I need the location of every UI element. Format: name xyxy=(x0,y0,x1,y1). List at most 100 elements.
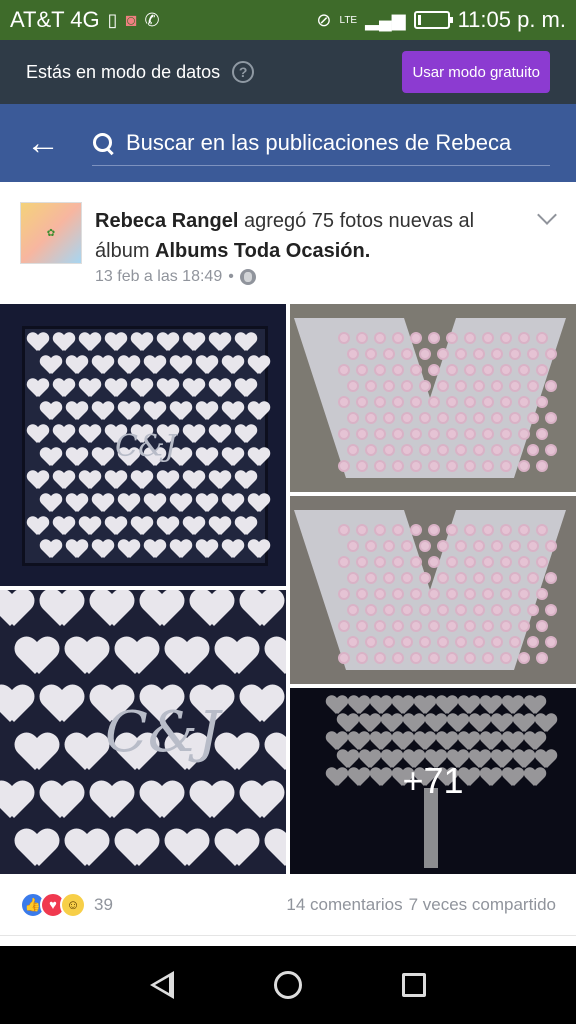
flower-decoration xyxy=(340,398,348,406)
flower-decoration xyxy=(430,590,438,598)
back-arrow-icon[interactable]: ← xyxy=(26,126,66,160)
search-input[interactable] xyxy=(126,129,546,156)
flower-decoration xyxy=(430,654,438,662)
post-header: ✿ Rebeca Rangel agregó 75 fotos nuevas a… xyxy=(0,182,576,304)
flower-decoration xyxy=(421,574,429,582)
flower-decoration xyxy=(430,398,438,406)
chevron-down-icon[interactable] xyxy=(537,205,557,225)
flower-decoration xyxy=(376,558,384,566)
flower-decoration xyxy=(349,350,357,358)
heart-decoration xyxy=(235,471,257,491)
help-icon[interactable]: ? xyxy=(232,61,255,83)
flower-decoration xyxy=(376,430,384,438)
heart-decoration xyxy=(65,830,109,870)
heart-decoration xyxy=(235,425,257,445)
search-icon xyxy=(92,132,114,154)
wow-icon[interactable]: ☺ xyxy=(60,891,86,918)
flower-decoration xyxy=(538,366,546,374)
flower-decoration xyxy=(484,334,492,342)
flower-decoration xyxy=(484,398,492,406)
flower-decoration xyxy=(457,382,465,390)
heart-decoration xyxy=(40,356,62,376)
flower-decoration xyxy=(394,430,402,438)
heart-decoration xyxy=(209,471,231,491)
flower-decoration xyxy=(520,462,528,470)
flower-decoration xyxy=(466,398,474,406)
flower-decoration xyxy=(430,622,438,630)
photo-heart-frame[interactable]: C&J xyxy=(0,304,286,586)
flower-decoration xyxy=(358,398,366,406)
flower-decoration xyxy=(403,446,411,454)
heart-decoration xyxy=(157,471,179,491)
flower-decoration xyxy=(439,606,447,614)
heart-decoration xyxy=(90,782,134,822)
heart-decoration xyxy=(105,333,127,353)
more-photos-overlay[interactable]: +71 xyxy=(290,688,576,874)
flower-decoration xyxy=(520,590,528,598)
flower-decoration xyxy=(520,622,528,630)
search-header: ← xyxy=(0,104,576,182)
shares-count[interactable]: 7 veces compartido xyxy=(409,895,556,915)
flower-decoration xyxy=(538,590,546,598)
flower-decoration xyxy=(394,590,402,598)
heart-decoration xyxy=(235,333,257,353)
search-box[interactable] xyxy=(92,120,550,166)
photo-xv-shape[interactable] xyxy=(290,304,576,492)
heart-decoration xyxy=(92,494,114,514)
comments-count[interactable]: 14 comentarios xyxy=(286,895,402,915)
flower-decoration xyxy=(448,622,456,630)
flower-decoration xyxy=(376,622,384,630)
flower-decoration xyxy=(358,334,366,342)
flower-decoration xyxy=(448,366,456,374)
flower-decoration xyxy=(475,606,483,614)
album-name[interactable]: Albums Toda Ocasión. xyxy=(155,240,370,262)
flower-decoration xyxy=(340,654,348,662)
flower-decoration xyxy=(484,430,492,438)
flower-decoration xyxy=(421,638,429,646)
flower-decoration xyxy=(421,446,429,454)
heart-decoration xyxy=(222,494,244,514)
heart-decoration xyxy=(196,494,218,514)
avatar[interactable]: ✿ xyxy=(20,202,82,264)
flower-decoration xyxy=(349,382,357,390)
heart-decoration xyxy=(196,402,218,422)
timestamp[interactable]: 13 feb a las 18:49 xyxy=(95,268,222,286)
photo-xv-shape-2[interactable] xyxy=(290,496,576,684)
flower-decoration xyxy=(349,638,357,646)
author-name[interactable]: Rebeca Rangel xyxy=(95,210,238,232)
heart-decoration xyxy=(66,448,88,468)
flower-decoration xyxy=(394,462,402,470)
reactions-count[interactable]: 39 xyxy=(94,895,113,915)
flower-decoration xyxy=(439,350,447,358)
heart-decoration xyxy=(240,782,284,822)
globe-icon xyxy=(239,269,256,285)
back-icon[interactable] xyxy=(150,971,174,999)
heart-decoration xyxy=(105,379,127,399)
post-title: Rebeca Rangel agregó 75 fotos nuevas al … xyxy=(95,206,515,266)
flower-decoration xyxy=(547,638,555,646)
free-mode-button[interactable]: Usar modo gratuito xyxy=(402,51,550,93)
heart-decoration xyxy=(40,590,84,630)
photo-heart-closeup[interactable]: C&J xyxy=(0,590,286,874)
recents-icon[interactable] xyxy=(402,973,426,997)
heart-decoration xyxy=(27,471,49,491)
photo-heart-tree[interactable]: +71 xyxy=(290,688,576,874)
flower-decoration xyxy=(340,366,348,374)
flower-decoration xyxy=(376,366,384,374)
heart-decoration xyxy=(222,540,244,560)
flower-decoration xyxy=(475,446,483,454)
heart-decoration xyxy=(79,517,101,537)
flower-decoration xyxy=(502,526,510,534)
heart-decoration xyxy=(144,494,166,514)
flower-decoration xyxy=(358,526,366,534)
flower-decoration xyxy=(520,430,528,438)
heart-decoration xyxy=(157,379,179,399)
flower-decoration xyxy=(538,430,546,438)
flower-decoration xyxy=(466,334,474,342)
flower-decoration xyxy=(457,414,465,422)
heart-decoration xyxy=(165,638,209,678)
heart-decoration xyxy=(265,734,286,774)
home-icon[interactable] xyxy=(274,971,302,999)
flower-decoration xyxy=(484,366,492,374)
flower-decoration xyxy=(448,398,456,406)
